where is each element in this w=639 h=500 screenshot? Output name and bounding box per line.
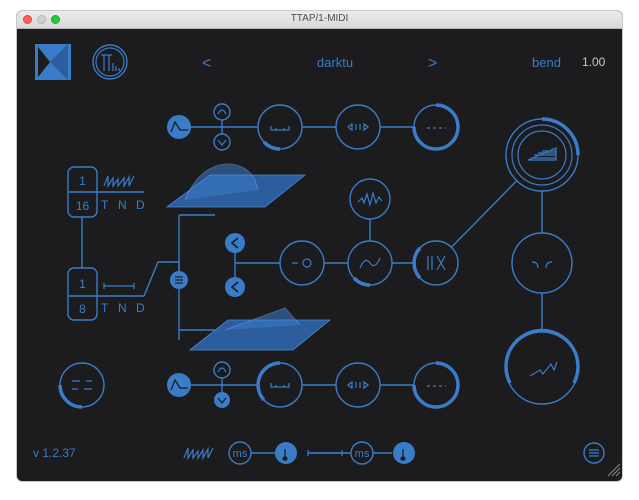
param-value[interactable]: 1.00 — [582, 55, 606, 69]
mode-t[interactable]: T — [101, 301, 109, 315]
mode-d[interactable]: D — [136, 198, 145, 212]
effect-graph: .ln { stroke:#3a7cc7; stroke-width:1.4; … — [33, 44, 621, 477]
menu-icon[interactable] — [583, 442, 605, 464]
stereo-mode-knob[interactable] — [58, 362, 105, 409]
flat-wave-icon — [103, 283, 135, 289]
logo-icon[interactable] — [35, 44, 71, 80]
tap-grid-bottom[interactable]: 1 8 — [67, 267, 98, 321]
tap-bottom-denominator[interactable]: 8 — [79, 302, 86, 316]
tap-top-denominator[interactable]: 16 — [76, 199, 90, 213]
footer-saw-icon — [183, 446, 214, 461]
mode-d[interactable]: D — [136, 301, 145, 315]
mode-t[interactable]: T — [101, 198, 109, 212]
glide-knob[interactable] — [347, 240, 393, 287]
top-gate-knob[interactable] — [257, 104, 303, 151]
tap-bottom-numerator[interactable]: 1 — [79, 277, 86, 291]
mode-n[interactable]: N — [118, 198, 127, 212]
saw-wave-icon — [103, 174, 135, 189]
bottom-lfo-wave-icon[interactable] — [167, 373, 191, 397]
preset-name[interactable]: darktu — [317, 55, 353, 70]
plugin-window: TTAP/1-MIDI .ln { stroke:#3a7cc7; stroke… — [17, 11, 622, 481]
tempo-sync-icon[interactable] — [92, 44, 128, 80]
preset-prev-button[interactable]: < — [202, 55, 211, 72]
top-lfo-wave-icon[interactable] — [167, 115, 191, 139]
mid-down-arrow-button[interactable] — [225, 277, 245, 297]
mid-up-arrow-button[interactable] — [225, 233, 245, 253]
preset-next-button[interactable]: > — [428, 55, 437, 72]
param-label: bend — [532, 55, 561, 70]
noise-icon-knob[interactable] — [349, 178, 391, 220]
top-pan-knob[interactable] — [335, 104, 381, 150]
envelope-display-bottom[interactable] — [188, 307, 332, 351]
bottom-gate-knob[interactable] — [256, 361, 303, 408]
top-fade-knob[interactable] — [412, 103, 460, 151]
bottom-fade-knob[interactable] — [412, 361, 460, 409]
tap-grid-top[interactable]: 1 16 — [67, 166, 98, 218]
footer-flat-icon — [307, 450, 343, 456]
bottom-pan-knob[interactable] — [335, 362, 381, 408]
envelope-display-top[interactable] — [165, 163, 307, 208]
unit-label-ms-2: ms — [355, 448, 370, 460]
tap-bottom-modes: T N D — [101, 301, 145, 315]
top-down-toggle[interactable] — [213, 133, 231, 151]
tap-top-numerator[interactable]: 1 — [79, 174, 86, 188]
top-up-toggle[interactable] — [213, 103, 231, 121]
tap-top-modes: T N D — [101, 198, 145, 212]
bottom-down-toggle[interactable] — [214, 392, 230, 408]
bottom-up-toggle[interactable] — [213, 361, 231, 379]
output-level-knob[interactable] — [505, 117, 580, 192]
mix-menu-button[interactable] — [170, 271, 188, 289]
resize-grip-icon[interactable] — [607, 463, 621, 477]
unit-label-ms-1: ms — [233, 448, 248, 460]
feedback-knob[interactable] — [279, 240, 325, 286]
version-label: v 1.2.37 — [33, 446, 76, 460]
width-knob[interactable] — [504, 328, 580, 405]
phase-knob[interactable] — [511, 232, 573, 294]
mode-n[interactable]: N — [118, 301, 127, 315]
freeze-knob[interactable] — [412, 240, 459, 286]
